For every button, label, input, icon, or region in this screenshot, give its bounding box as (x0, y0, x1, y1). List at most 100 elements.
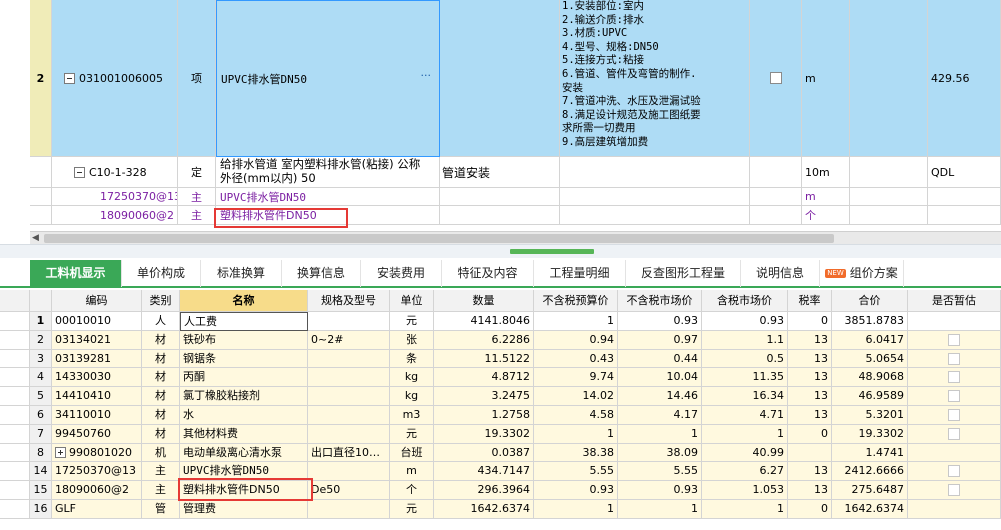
quantity-cell[interactable]: 1.2758 (434, 406, 534, 425)
row-number[interactable]: 3 (30, 349, 52, 369)
spec-cell[interactable] (308, 368, 390, 388)
empty-cell[interactable] (560, 157, 750, 188)
code-cell[interactable]: 03134021 (52, 330, 142, 350)
material-name[interactable]: UPVC排水管DN50 (216, 188, 440, 206)
unit-cell[interactable]: 元 (390, 424, 434, 444)
name-cell[interactable]: 其他材料费 (180, 424, 308, 444)
market-price-cell[interactable]: 38.09 (618, 443, 702, 463)
row-number[interactable]: 6 (30, 406, 52, 425)
total-cell[interactable]: 5.0654 (832, 349, 908, 369)
features-cell[interactable]: 1.安装部位:室内 2.输送介质:排水 3.材质:UPVC 4.型号、规格:DN50 5… (560, 0, 750, 157)
tab-unit-price[interactable]: 单价构成 (122, 260, 201, 287)
empty-cell[interactable] (440, 206, 560, 225)
code-cell[interactable]: 14330030 (52, 368, 142, 388)
provisional-cell[interactable] (908, 443, 1001, 463)
row-number[interactable]: 4 (30, 368, 52, 388)
category-cell[interactable]: 机 (142, 443, 180, 463)
market-price-cell[interactable]: 0.44 (618, 349, 702, 369)
provisional-checkbox[interactable] (948, 352, 960, 365)
material-unit[interactable]: m (802, 188, 850, 206)
scrollbar-thumb[interactable] (44, 234, 834, 243)
provisional-cell[interactable] (908, 406, 1001, 425)
tax-price-cell[interactable]: 0.5 (702, 349, 788, 369)
quantity-cell[interactable]: 4.8712 (434, 368, 534, 388)
category-cell[interactable]: 材 (142, 387, 180, 406)
checkbox[interactable] (769, 72, 782, 84)
tax-rate-cell[interactable]: 0 (788, 500, 832, 519)
empty-cell[interactable] (850, 0, 928, 157)
total-cell[interactable]: 3851.8783 (832, 312, 908, 331)
unit-cell[interactable]: m (390, 462, 434, 482)
name-cell[interactable]: 塑料排水管件DN50 (180, 481, 308, 500)
column-header[interactable]: 合价 (832, 290, 908, 312)
budget-price-cell[interactable]: 0.43 (534, 349, 618, 369)
market-price-cell[interactable]: 1 (618, 500, 702, 519)
tax-rate-cell[interactable] (788, 443, 832, 463)
tax-rate-cell[interactable]: 13 (788, 330, 832, 350)
checkbox-cell[interactable] (750, 0, 802, 157)
name-cell[interactable]: 氯丁橡胶粘接剂 (180, 387, 308, 406)
name-cell[interactable]: 铁砂布 (180, 330, 308, 350)
collapse-icon[interactable] (74, 166, 85, 178)
provisional-checkbox[interactable] (948, 484, 960, 497)
spec-cell[interactable]: 0~2# (308, 330, 390, 350)
row-number[interactable]: 5 (30, 387, 52, 406)
tax-price-cell[interactable]: 1.053 (702, 481, 788, 500)
empty-cell[interactable] (928, 188, 1001, 206)
unit-cell[interactable]: kg (390, 387, 434, 406)
spec-cell[interactable] (308, 406, 390, 425)
column-header[interactable]: 税率 (788, 290, 832, 312)
column-header[interactable]: 单位 (390, 290, 434, 312)
unit-cell[interactable]: 个 (390, 481, 434, 500)
provisional-cell[interactable] (908, 349, 1001, 369)
tab-conversion-info[interactable]: 换算信息 (282, 260, 361, 287)
unit-cell[interactable]: 台班 (390, 443, 434, 463)
row-number[interactable]: 7 (30, 424, 52, 444)
total-cell[interactable]: 1.4741 (832, 443, 908, 463)
material-code[interactable]: 18090060@2 (52, 206, 178, 225)
market-price-cell[interactable]: 0.93 (618, 312, 702, 331)
provisional-checkbox[interactable] (948, 465, 960, 478)
tab-description[interactable]: 说明信息 (741, 260, 820, 287)
provisional-cell[interactable] (908, 312, 1001, 331)
quantity-cell[interactable]: 0.0387 (434, 443, 534, 463)
scroll-left-icon[interactable]: ◀ (32, 233, 39, 243)
spec-cell[interactable] (308, 462, 390, 482)
total-cell[interactable]: 46.9589 (832, 387, 908, 406)
list-quantity[interactable]: 429.56 (928, 0, 1001, 157)
column-header[interactable]: 含税市场价 (702, 290, 788, 312)
splitter-grip-icon[interactable] (510, 249, 594, 254)
market-price-cell[interactable]: 0.97 (618, 330, 702, 350)
spec-cell[interactable] (308, 424, 390, 444)
market-price-cell[interactable]: 14.46 (618, 387, 702, 406)
category-cell[interactable]: 主 (142, 481, 180, 500)
category-cell[interactable]: 材 (142, 424, 180, 444)
category-cell[interactable]: 材 (142, 330, 180, 350)
expand-icon[interactable] (55, 447, 66, 459)
unit-cell[interactable]: 条 (390, 349, 434, 369)
budget-price-cell[interactable]: 1 (534, 424, 618, 444)
tax-rate-cell[interactable]: 13 (788, 349, 832, 369)
spec-cell[interactable] (308, 312, 390, 331)
quota-type[interactable]: 定 (178, 157, 216, 188)
provisional-cell[interactable] (908, 424, 1001, 444)
code-cell[interactable]: 34110010 (52, 406, 142, 425)
tax-price-cell[interactable]: 0.93 (702, 312, 788, 331)
column-header[interactable]: 不含税预算价 (534, 290, 618, 312)
more-button[interactable]: ··· (421, 69, 432, 82)
column-header[interactable]: 数量 (434, 290, 534, 312)
budget-price-cell[interactable]: 9.74 (534, 368, 618, 388)
name-cell[interactable]: 丙酮 (180, 368, 308, 388)
quota-code-cell[interactable]: C10-1-328 (52, 157, 178, 188)
provisional-checkbox[interactable] (948, 409, 960, 421)
empty-cell[interactable] (750, 188, 802, 206)
provisional-cell[interactable] (908, 462, 1001, 482)
tab-features[interactable]: 特征及内容 (442, 260, 534, 287)
column-header[interactable]: 类别 (142, 290, 180, 312)
empty-cell[interactable] (560, 188, 750, 206)
empty-cell[interactable] (750, 157, 802, 188)
collapse-icon[interactable] (64, 72, 75, 84)
code-cell[interactable]: 17250370@13 (52, 462, 142, 482)
column-header[interactable]: 名称 (180, 290, 308, 312)
market-price-cell[interactable]: 4.17 (618, 406, 702, 425)
